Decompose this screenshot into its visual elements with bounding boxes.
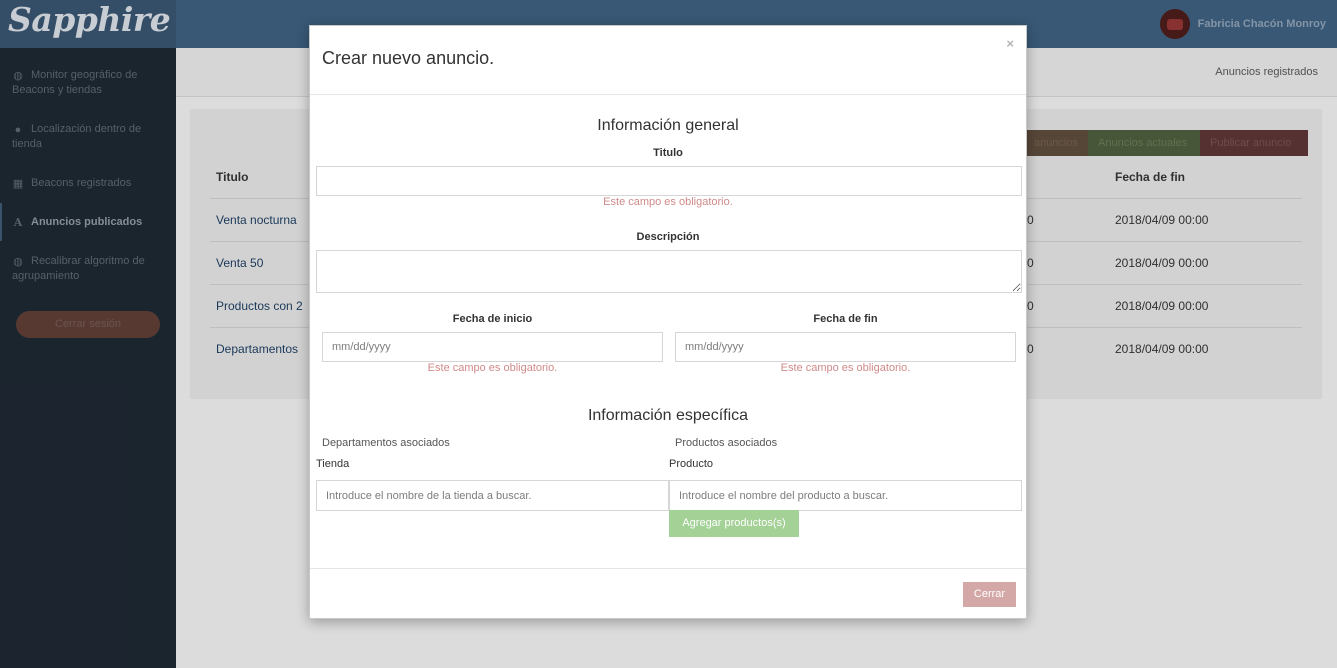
product-label: Producto <box>669 458 714 470</box>
departments-label: Departamentos asociados <box>322 437 450 449</box>
close-icon[interactable]: × <box>1006 36 1014 51</box>
end-date-input[interactable] <box>675 332 1016 362</box>
add-products-button[interactable]: Agregar productos(s) <box>669 510 799 537</box>
end-date-error: Este campo es obligatorio. <box>780 362 911 374</box>
title-input[interactable] <box>316 166 1022 196</box>
product-search-input[interactable] <box>669 480 1022 511</box>
create-ad-modal: Crear nuevo anuncio. × Información gener… <box>309 25 1027 619</box>
close-button[interactable]: Cerrar <box>963 582 1016 607</box>
modal-header-divider <box>310 94 1026 95</box>
store-label: Tienda <box>316 458 350 470</box>
modal-footer-divider <box>310 568 1026 569</box>
modal-title: Crear nuevo anuncio. <box>322 48 495 68</box>
title-error: Este campo es obligatorio. <box>603 196 733 208</box>
title-label: Titulo <box>653 147 683 159</box>
end-date-label: Fecha de fin <box>813 313 878 325</box>
start-date-input[interactable] <box>322 332 663 362</box>
description-label: Descripción <box>636 231 700 243</box>
store-search-input[interactable] <box>316 480 669 511</box>
description-textarea[interactable] <box>316 250 1022 293</box>
start-date-error: Este campo es obligatorio. <box>427 362 558 374</box>
specific-section-title: Información específica <box>587 407 749 424</box>
start-date-label: Fecha de inicio <box>452 313 533 325</box>
general-section-title: Información general <box>597 117 739 134</box>
products-label: Productos asociados <box>675 437 778 449</box>
